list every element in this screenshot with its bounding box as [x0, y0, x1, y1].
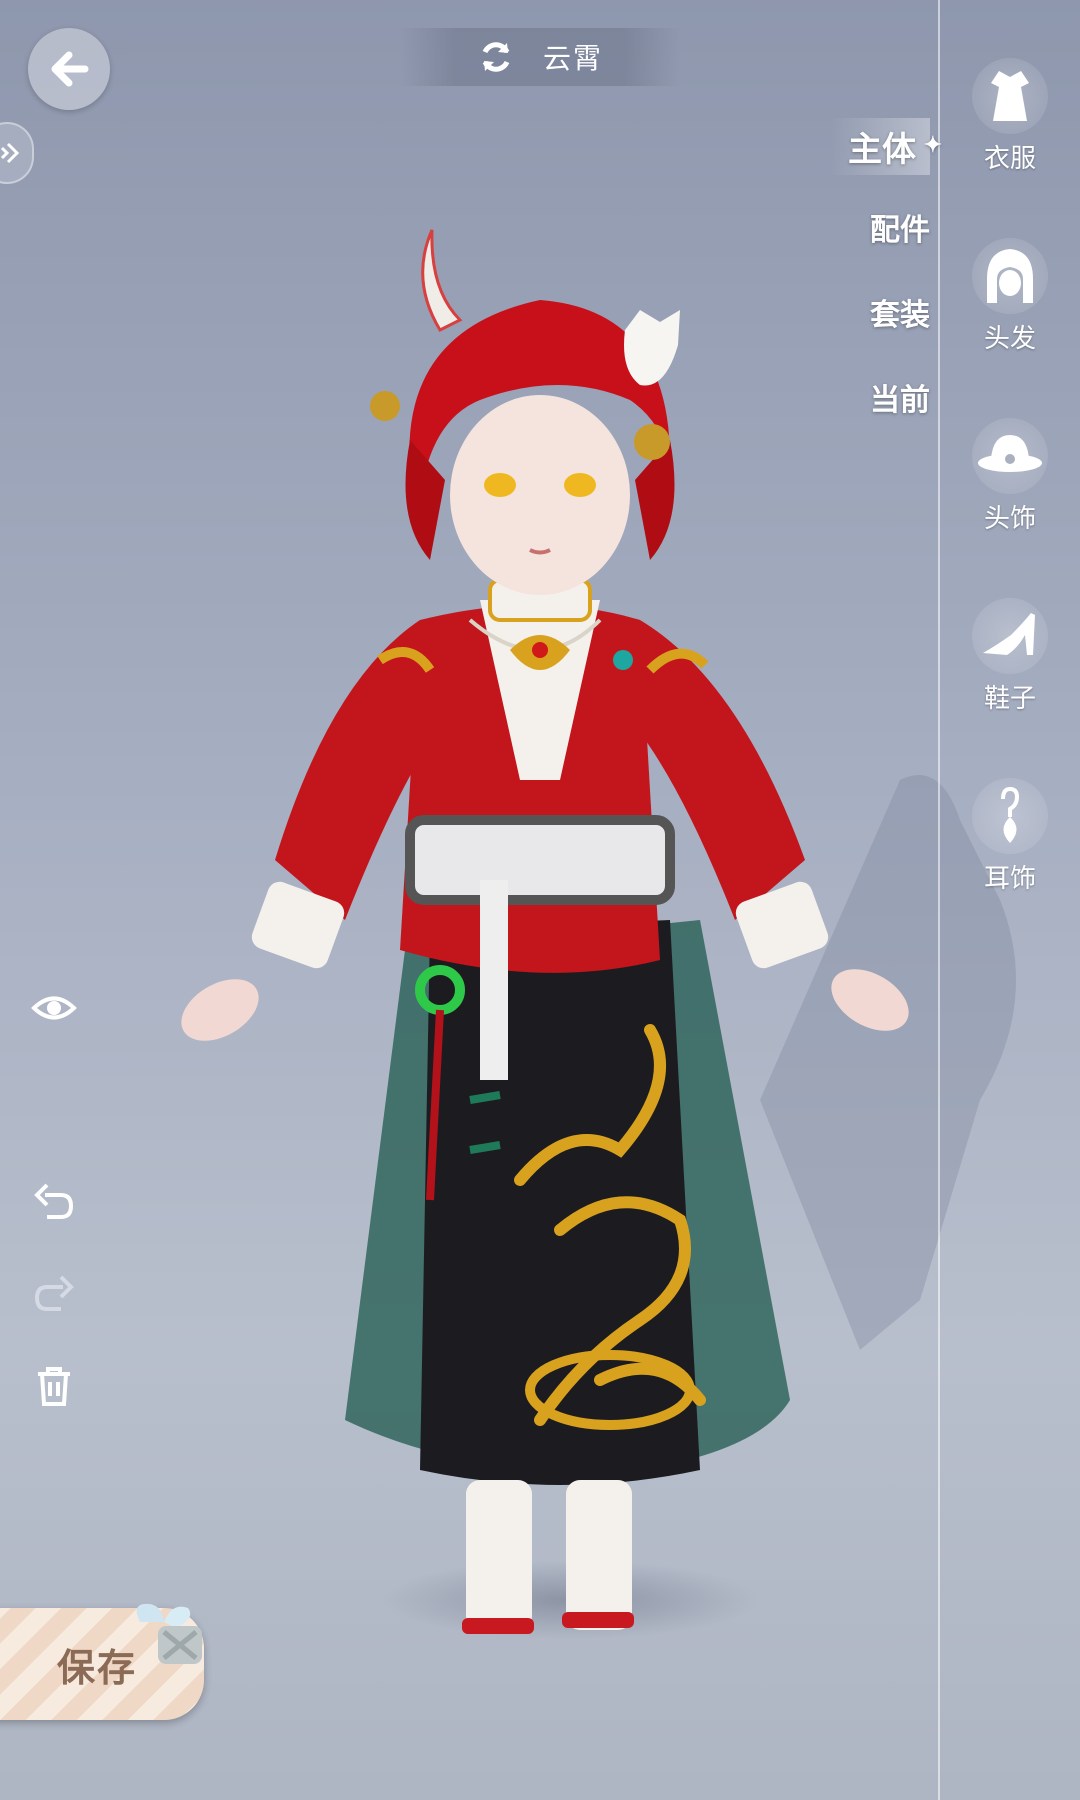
- title-bar[interactable]: 云霄: [400, 28, 680, 86]
- rail-item-hair[interactable]: 头发: [960, 238, 1060, 355]
- sash-tail: [480, 880, 508, 1080]
- fox-mask: [624, 310, 680, 386]
- left-sole: [462, 1618, 534, 1634]
- redo-button[interactable]: [28, 1268, 80, 1320]
- right-eye: [564, 473, 596, 497]
- sparkle-icon: ✦: [923, 132, 942, 158]
- pendant-gem: [532, 642, 548, 658]
- page-title: 云霄: [542, 42, 603, 75]
- tab-accessories[interactable]: 配件: [870, 205, 930, 249]
- rail-label: 衣服: [983, 144, 1036, 174]
- dress-icon: [972, 58, 1048, 134]
- undo-button[interactable]: [28, 1176, 80, 1228]
- rail-divider: [938, 0, 940, 1800]
- bell-left: [370, 391, 400, 421]
- rail-label: 鞋子: [983, 684, 1036, 714]
- toggle-visibility-button[interactable]: [28, 982, 80, 1034]
- earring-icon: [972, 778, 1048, 854]
- tab-label: 配件: [870, 213, 930, 248]
- tab-label: 当前: [870, 383, 930, 418]
- rail-label: 耳饰: [983, 864, 1036, 894]
- rail-item-clothes[interactable]: 衣服: [960, 58, 1060, 175]
- save-button[interactable]: 保存: [0, 1603, 204, 1720]
- rail-item-earrings[interactable]: 耳饰: [960, 778, 1060, 895]
- horn: [421, 229, 463, 332]
- refresh-icon[interactable]: [477, 38, 515, 76]
- waist-sash: [405, 815, 675, 905]
- rail-label: 头饰: [983, 504, 1036, 534]
- right-boot: [566, 1480, 632, 1630]
- tab-main-body[interactable]: 主体 ✦: [830, 118, 942, 175]
- left-eye: [484, 473, 516, 497]
- arrow-left-icon: [51, 51, 89, 87]
- left-hand: [181, 979, 259, 1041]
- right-sole: [562, 1612, 634, 1628]
- chevron-right-icon: [0, 142, 20, 164]
- bell-right: [634, 424, 670, 460]
- left-boot: [466, 1480, 532, 1630]
- shoe-icon: [972, 598, 1048, 674]
- hair-side-left: [405, 440, 445, 560]
- tab-label: 套装: [870, 298, 930, 333]
- back-button[interactable]: [28, 28, 110, 110]
- hat-icon: [972, 418, 1048, 494]
- delete-button[interactable]: [28, 1360, 80, 1412]
- tab-current[interactable]: 当前: [870, 375, 930, 419]
- undo-icon: [34, 1183, 74, 1219]
- redo-icon: [34, 1275, 74, 1311]
- tab-sets[interactable]: 套装: [870, 290, 930, 334]
- rail-item-headwear[interactable]: 头饰: [960, 418, 1060, 535]
- gift-ribbon-icon: [136, 1603, 202, 1664]
- face: [450, 395, 630, 595]
- eye-icon: [31, 996, 77, 1020]
- rail-label: 头发: [983, 324, 1036, 354]
- teal-bead: [613, 650, 633, 670]
- tab-label: 主体: [848, 130, 916, 170]
- character-stage[interactable]: 云霄 主体 ✦ 配件 套装 当前 衣服 头发 头饰 鞋子 耳饰 保存: [0, 0, 1080, 1800]
- character-model[interactable]: [0, 0, 1080, 1800]
- rail-item-shoes[interactable]: 鞋子: [960, 598, 1060, 715]
- hair-icon: [972, 238, 1048, 314]
- trash-icon: [38, 1367, 70, 1406]
